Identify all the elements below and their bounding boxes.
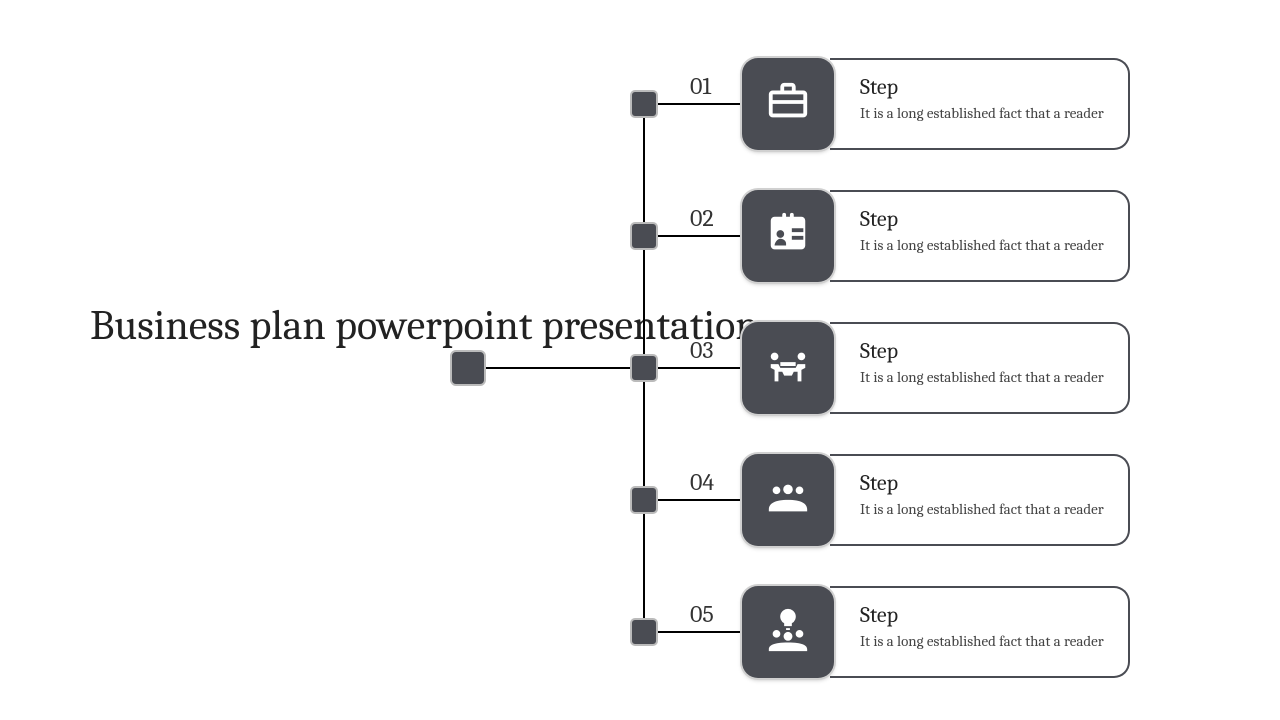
step-item: 02 Step It is a long established fact th… <box>630 202 1150 302</box>
connector-branch <box>644 367 744 369</box>
step-number: 01 <box>690 72 711 100</box>
branch-node <box>630 90 658 118</box>
step-title: Step <box>860 338 1108 364</box>
step-text-box: Step It is a long established fact that … <box>830 190 1130 282</box>
step-title: Step <box>860 470 1108 496</box>
step-icon-box <box>742 190 834 282</box>
step-item: 05 Step It is a long established fact th… <box>630 598 1150 698</box>
steps-diagram: 01 Step It is a long established fact th… <box>450 70 1150 670</box>
connector-branch <box>644 499 744 501</box>
idea-group-icon <box>765 607 811 657</box>
step-icon-box <box>742 322 834 414</box>
step-title: Step <box>860 206 1108 232</box>
step-number: 03 <box>690 336 713 364</box>
branch-node <box>630 618 658 646</box>
step-item: 04 Step It is a long established fact th… <box>630 466 1150 566</box>
connector-branch <box>644 103 744 105</box>
step-icon-box <box>742 454 834 546</box>
branch-node <box>630 486 658 514</box>
badge-icon <box>765 211 811 261</box>
branch-node <box>630 354 658 382</box>
step-description: It is a long established fact that a rea… <box>860 236 1108 256</box>
step-number: 02 <box>690 204 714 232</box>
step-number: 04 <box>690 468 714 496</box>
step-title: Step <box>860 602 1108 628</box>
step-description: It is a long established fact that a rea… <box>860 500 1108 520</box>
branch-node <box>630 222 658 250</box>
step-description: It is a long established fact that a rea… <box>860 368 1108 388</box>
step-text-box: Step It is a long established fact that … <box>830 58 1130 150</box>
briefcase-icon <box>765 79 811 129</box>
connector-branch <box>644 235 744 237</box>
step-item: 01 Step It is a long established fact th… <box>630 70 1150 170</box>
meeting-icon <box>765 343 811 393</box>
connector-branch <box>644 631 744 633</box>
step-description: It is a long established fact that a rea… <box>860 632 1108 652</box>
step-text-box: Step It is a long established fact that … <box>830 322 1130 414</box>
step-item: 03 Step It is a long established fact th… <box>630 334 1150 434</box>
step-icon-box <box>742 586 834 678</box>
step-text-box: Step It is a long established fact that … <box>830 586 1130 678</box>
connector-root <box>470 367 645 369</box>
root-node <box>450 350 486 386</box>
step-description: It is a long established fact that a rea… <box>860 104 1108 124</box>
step-title: Step <box>860 74 1108 100</box>
step-icon-box <box>742 58 834 150</box>
step-number: 05 <box>690 600 714 628</box>
step-text-box: Step It is a long established fact that … <box>830 454 1130 546</box>
group-icon <box>765 475 811 525</box>
